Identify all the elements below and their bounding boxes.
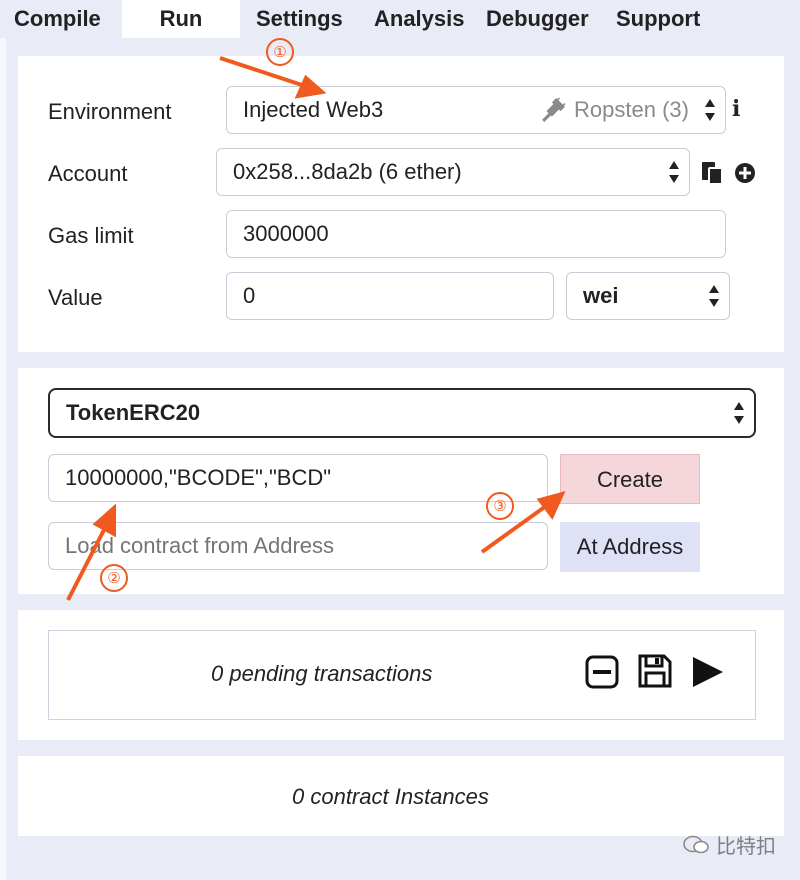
wechat-icon xyxy=(683,835,709,853)
annotation-arrows-overlay xyxy=(66,56,566,601)
annotation-number-3: ③ xyxy=(486,492,514,520)
watermark: 比特扣 xyxy=(682,830,776,859)
watermark-text: 比特扣 xyxy=(716,836,776,858)
annotation-number-2: ② xyxy=(100,564,128,592)
annotation-arrow-1 xyxy=(219,56,327,99)
annotation-number-1: ① xyxy=(266,38,294,66)
